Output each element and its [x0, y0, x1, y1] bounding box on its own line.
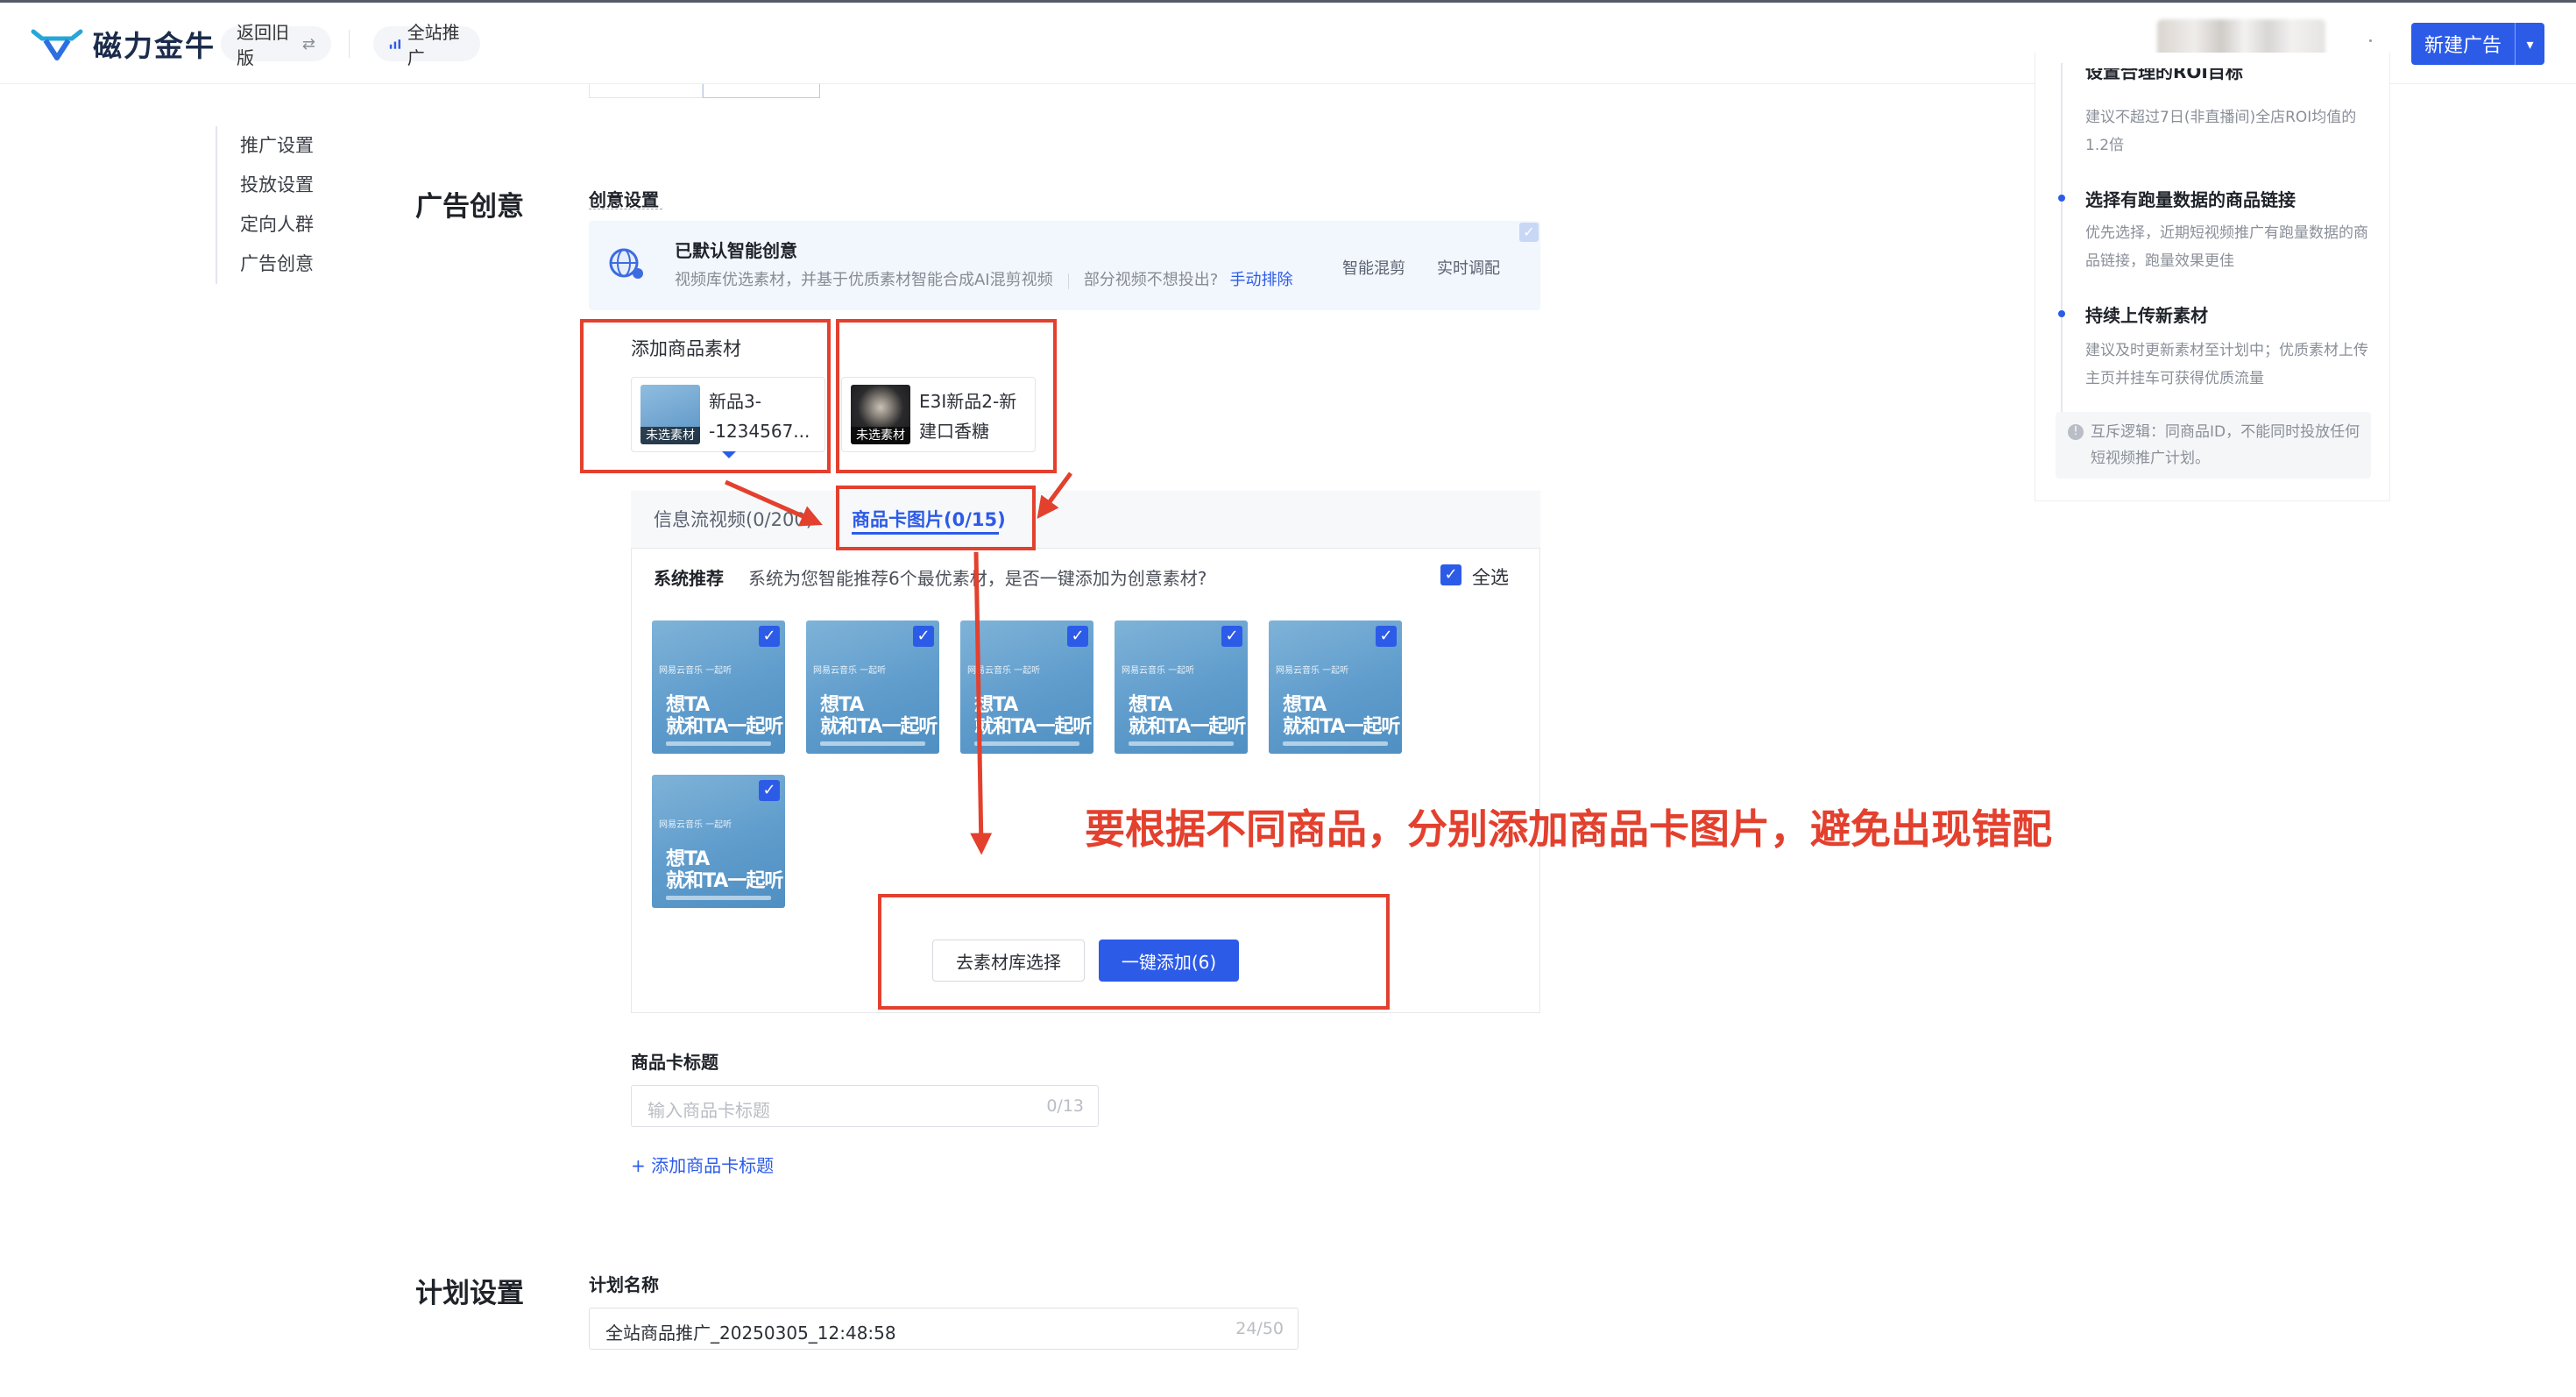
arrow-product-to-tab — [724, 479, 823, 527]
arrow-tab-to-buttons — [970, 551, 993, 855]
arrow-product2-to-tab — [1037, 472, 1073, 520]
annotation-text: 要根据不同商品，分别添加商品卡图片，避免出现错配 — [1085, 805, 2052, 853]
annotation-arrows — [724, 472, 1073, 855]
